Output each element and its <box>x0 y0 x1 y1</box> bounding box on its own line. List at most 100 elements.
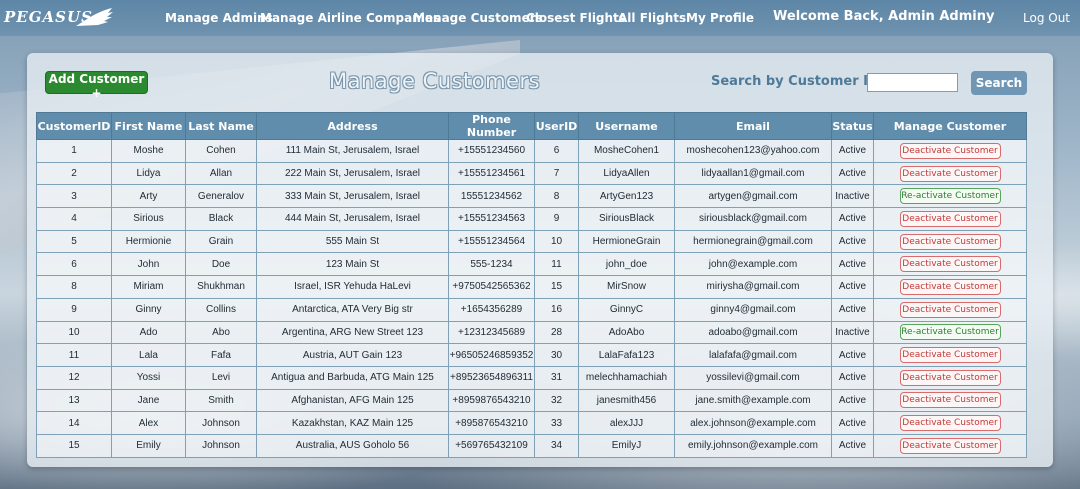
status-cell: Active <box>831 229 874 254</box>
reactivate-customer-button[interactable]: Re-activate Customer <box>899 324 1001 341</box>
user-id-cell: 11 <box>534 252 579 277</box>
address-cell: Antigua and Barbuda, ATG Main 125 <box>256 365 449 390</box>
customer-id-cell: 9 <box>36 297 112 322</box>
reactivate-customer-button[interactable]: Re-activate Customer <box>899 188 1001 205</box>
first-name-cell: Emily <box>111 433 186 458</box>
manage-customer-cell: Deactivate Customer <box>873 343 1027 367</box>
deactivate-customer-button[interactable]: Deactivate Customer <box>899 437 1001 454</box>
customers-table: CustomerID First Name Last Name Address Phon… <box>36 112 1027 458</box>
user-id-cell: 28 <box>534 320 579 345</box>
first-name-cell: Hermionie <box>111 229 186 254</box>
address-cell: 123 Main St <box>256 252 449 277</box>
deactivate-customer-button[interactable]: Deactivate Customer <box>899 392 1001 409</box>
customer-id-cell: 4 <box>36 207 112 231</box>
manage-customer-cell: Deactivate Customer <box>873 229 1027 254</box>
table-row: 3 Arty Generalov 333 Main St, Jerusalem, Is… <box>36 184 1027 209</box>
customer-id-cell: 1 <box>36 139 112 163</box>
address-cell: Israel, ISR Yehuda HaLevi <box>256 275 449 299</box>
address-cell: Austria, AUT Gain 123 <box>256 343 449 367</box>
status-cell: Active <box>831 365 874 390</box>
deactivate-customer-button[interactable]: Deactivate Customer <box>899 165 1001 182</box>
deactivate-customer-button[interactable]: Deactivate Customer <box>899 415 1001 432</box>
nav-all-flights[interactable]: All Flights <box>618 11 686 25</box>
manage-customer-cell: Deactivate Customer <box>873 297 1027 322</box>
deactivate-customer-button[interactable]: Deactivate Customer <box>899 301 1001 318</box>
last-name-cell: Allan <box>185 161 257 186</box>
status-cell: Active <box>831 275 874 299</box>
address-cell: 111 Main St, Jerusalem, Israel <box>256 139 449 163</box>
deactivate-customer-button[interactable]: Deactivate Customer <box>899 142 1001 159</box>
deactivate-customer-button[interactable]: Deactivate Customer <box>899 256 1001 273</box>
customer-id-cell: 8 <box>36 275 112 299</box>
user-id-cell: 15 <box>534 275 579 299</box>
customer-id-cell: 12 <box>36 365 112 390</box>
add-customer-button[interactable]: Add Customer + <box>45 71 148 100</box>
search-button[interactable]: Search <box>971 71 1027 95</box>
phone-cell: +895876543210 <box>448 411 535 435</box>
last-name-cell: Shukhman <box>185 275 257 299</box>
deactivate-customer-button[interactable]: Deactivate Customer <box>899 278 1001 295</box>
last-name-cell: Smith <box>185 388 257 413</box>
table-row: 2 Lidya Allan 222 Main St, Jerusalem, Israe… <box>36 161 1027 186</box>
phone-cell: 555-1234 <box>448 252 535 277</box>
deactivate-customer-button[interactable]: Deactivate Customer <box>899 369 1001 386</box>
status-cell: Active <box>831 297 874 322</box>
nav-manage-admins[interactable]: Manage Admins <box>165 11 273 25</box>
search-customer-id-input[interactable] <box>867 73 958 92</box>
address-cell: 444 Main St, Jerusalem, Israel <box>256 207 449 231</box>
user-id-cell: 9 <box>534 207 579 231</box>
username-cell: MosheCohen1 <box>578 139 675 163</box>
user-id-cell: 7 <box>534 161 579 186</box>
last-name-cell: Levi <box>185 365 257 390</box>
user-id-cell: 34 <box>534 433 579 458</box>
column-header-user-id: UserID <box>534 112 579 140</box>
top-navbar: PEGASUS Manage Admins Manage Airline Com… <box>0 0 1080 36</box>
email-cell: lalafafa@gmail.com <box>674 343 832 367</box>
nav-my-profile[interactable]: My Profile <box>686 11 754 25</box>
manage-customer-cell: Re-activate Customer <box>873 320 1027 345</box>
column-header-first-name: First Name <box>111 112 186 140</box>
table-row: 9 Ginny Collins Antarctica, ATA Very Big st… <box>36 297 1027 322</box>
email-cell: jane.smith@example.com <box>674 388 832 413</box>
last-name-cell: Johnson <box>185 433 257 458</box>
email-cell: miriysha@gmail.com <box>674 275 832 299</box>
username-cell: AdoAbo <box>578 320 675 345</box>
table-body: 1 Moshe Cohen 111 Main St, Jerusalem, Israe… <box>36 139 1027 458</box>
manage-customer-cell: Deactivate Customer <box>873 411 1027 435</box>
first-name-cell: Miriam <box>111 275 186 299</box>
user-id-cell: 33 <box>534 411 579 435</box>
first-name-cell: Yossi <box>111 365 186 390</box>
customer-id-cell: 6 <box>36 252 112 277</box>
phone-cell: +15551234563 <box>448 207 535 231</box>
phone-cell: +96505246859352 <box>448 343 535 367</box>
user-id-cell: 31 <box>534 365 579 390</box>
phone-cell: +15551234560 <box>448 139 535 163</box>
deactivate-customer-button[interactable]: Deactivate Customer <box>899 233 1001 250</box>
username-cell: HermioneGrain <box>578 229 675 254</box>
column-header-username: Username <box>578 112 675 140</box>
address-cell: 333 Main St, Jerusalem, Israel <box>256 184 449 209</box>
phone-cell: +15551234561 <box>448 161 535 186</box>
pegasus-logo[interactable]: PEGASUS <box>4 4 114 30</box>
deactivate-customer-button[interactable]: Deactivate Customer <box>899 347 1001 364</box>
nav-closest-flights[interactable]: Closest Flights <box>526 11 626 25</box>
address-cell: Antarctica, ATA Very Big str <box>256 297 449 322</box>
customer-id-cell: 5 <box>36 229 112 254</box>
phone-cell: +89523654896311 <box>448 365 535 390</box>
user-id-cell: 8 <box>534 184 579 209</box>
table-row: 8 Miriam Shukhman Israel, ISR Yehuda HaLevi… <box>36 275 1027 299</box>
nav-manage-customers[interactable]: Manage Customers <box>413 11 543 25</box>
username-cell: janesmith456 <box>578 388 675 413</box>
status-cell: Active <box>831 139 874 163</box>
search-label: Search by Customer ID: <box>711 74 884 89</box>
username-cell: MirSnow <box>578 275 675 299</box>
status-cell: Active <box>831 433 874 458</box>
table-row: 14 Alex Johnson Kazakhstan, KAZ Main 125 +89… <box>36 411 1027 435</box>
deactivate-customer-button[interactable]: Deactivate Customer <box>899 210 1001 227</box>
last-name-cell: Generalov <box>185 184 257 209</box>
first-name-cell: Ado <box>111 320 186 345</box>
first-name-cell: Lala <box>111 343 186 367</box>
logout-link[interactable]: Log Out <box>1023 11 1070 25</box>
customer-id-cell: 3 <box>36 184 112 209</box>
phone-cell: +1654356289 <box>448 297 535 322</box>
